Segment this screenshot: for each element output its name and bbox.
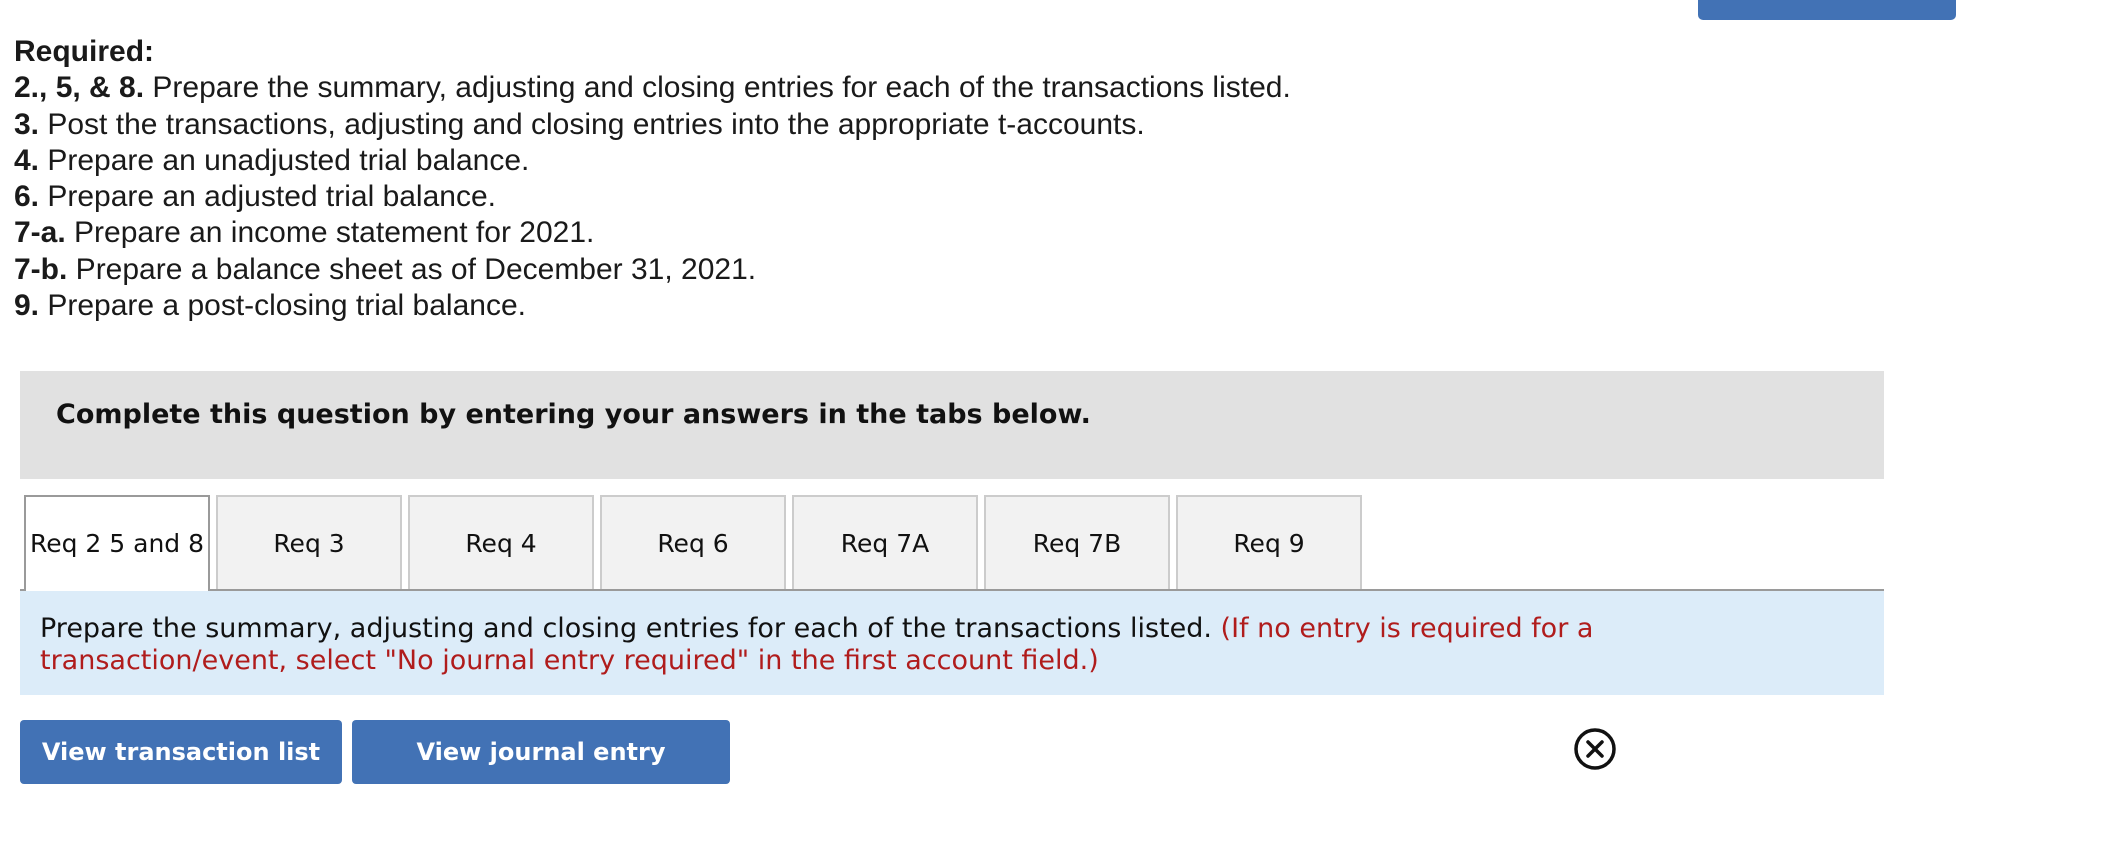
requirement-text: Prepare an adjusted trial balance. [39, 180, 496, 214]
view-journal-entry-worksheet-button[interactable]: View journal entry worksheet [352, 720, 730, 830]
panel-description-text: Prepare the summary, adjusting and closi… [40, 613, 1221, 644]
requirement-text: Prepare an income statement for 2021. [65, 216, 595, 250]
tab-req-3[interactable]: Req 3 [216, 495, 402, 589]
requirement-number: 6. [14, 180, 40, 214]
requirement-text: Prepare an unadjusted trial balance. [39, 143, 530, 177]
tab-req-7b[interactable]: Req 7B [984, 495, 1170, 589]
requirement-number: 2., 5, & 8. [14, 71, 145, 105]
requirement-item: 7-b. Prepare a balance sheet as of Decem… [14, 252, 1291, 288]
requirements-heading: Required: [14, 35, 155, 68]
close-circle-icon[interactable] [1573, 727, 1617, 771]
instruction-box: Complete this question by entering your … [20, 371, 1884, 479]
top-cut-off-button[interactable] [1698, 0, 1956, 20]
requirement-number: 3. [14, 107, 40, 141]
requirement-item: 2., 5, & 8. Prepare the summary, adjusti… [14, 70, 1291, 106]
instruction-text: Complete this question by entering your … [56, 399, 1091, 430]
requirement-item: 7-a. Prepare an income statement for 202… [14, 215, 1291, 251]
panel-description: Prepare the summary, adjusting and closi… [40, 613, 1840, 677]
tab-panel-description: Prepare the summary, adjusting and closi… [20, 589, 1884, 695]
requirements-list: Required: 2., 5, & 8. Prepare the summar… [14, 34, 1291, 324]
tab-req-6[interactable]: Req 6 [600, 495, 786, 589]
requirement-number: 7-a. [14, 216, 66, 250]
requirement-text: Prepare a post-closing trial balance. [39, 289, 526, 323]
requirement-item: 6. Prepare an adjusted trial balance. [14, 179, 1291, 215]
requirement-text: Prepare the summary, adjusting and closi… [144, 71, 1291, 105]
requirement-text: Prepare a balance sheet as of December 3… [67, 252, 757, 286]
requirement-number: 4. [14, 143, 40, 177]
tab-req-7a[interactable]: Req 7A [792, 495, 978, 589]
tab-req-9[interactable]: Req 9 [1176, 495, 1362, 589]
requirement-number: 7-b. [14, 252, 68, 286]
requirement-item: 4. Prepare an unadjusted trial balance. [14, 143, 1291, 179]
tab-req-4[interactable]: Req 4 [408, 495, 594, 589]
requirement-number: 9. [14, 289, 40, 323]
requirement-item: 9. Prepare a post-closing trial balance. [14, 288, 1291, 324]
requirement-item: 3. Post the transactions, adjusting and … [14, 107, 1291, 143]
tab-req-2-5-and-8[interactable]: Req 2 5 and 8 [24, 495, 210, 591]
requirement-text: Post the transactions, adjusting and clo… [39, 107, 1145, 141]
view-transaction-list-button[interactable]: View transaction list [20, 720, 342, 784]
